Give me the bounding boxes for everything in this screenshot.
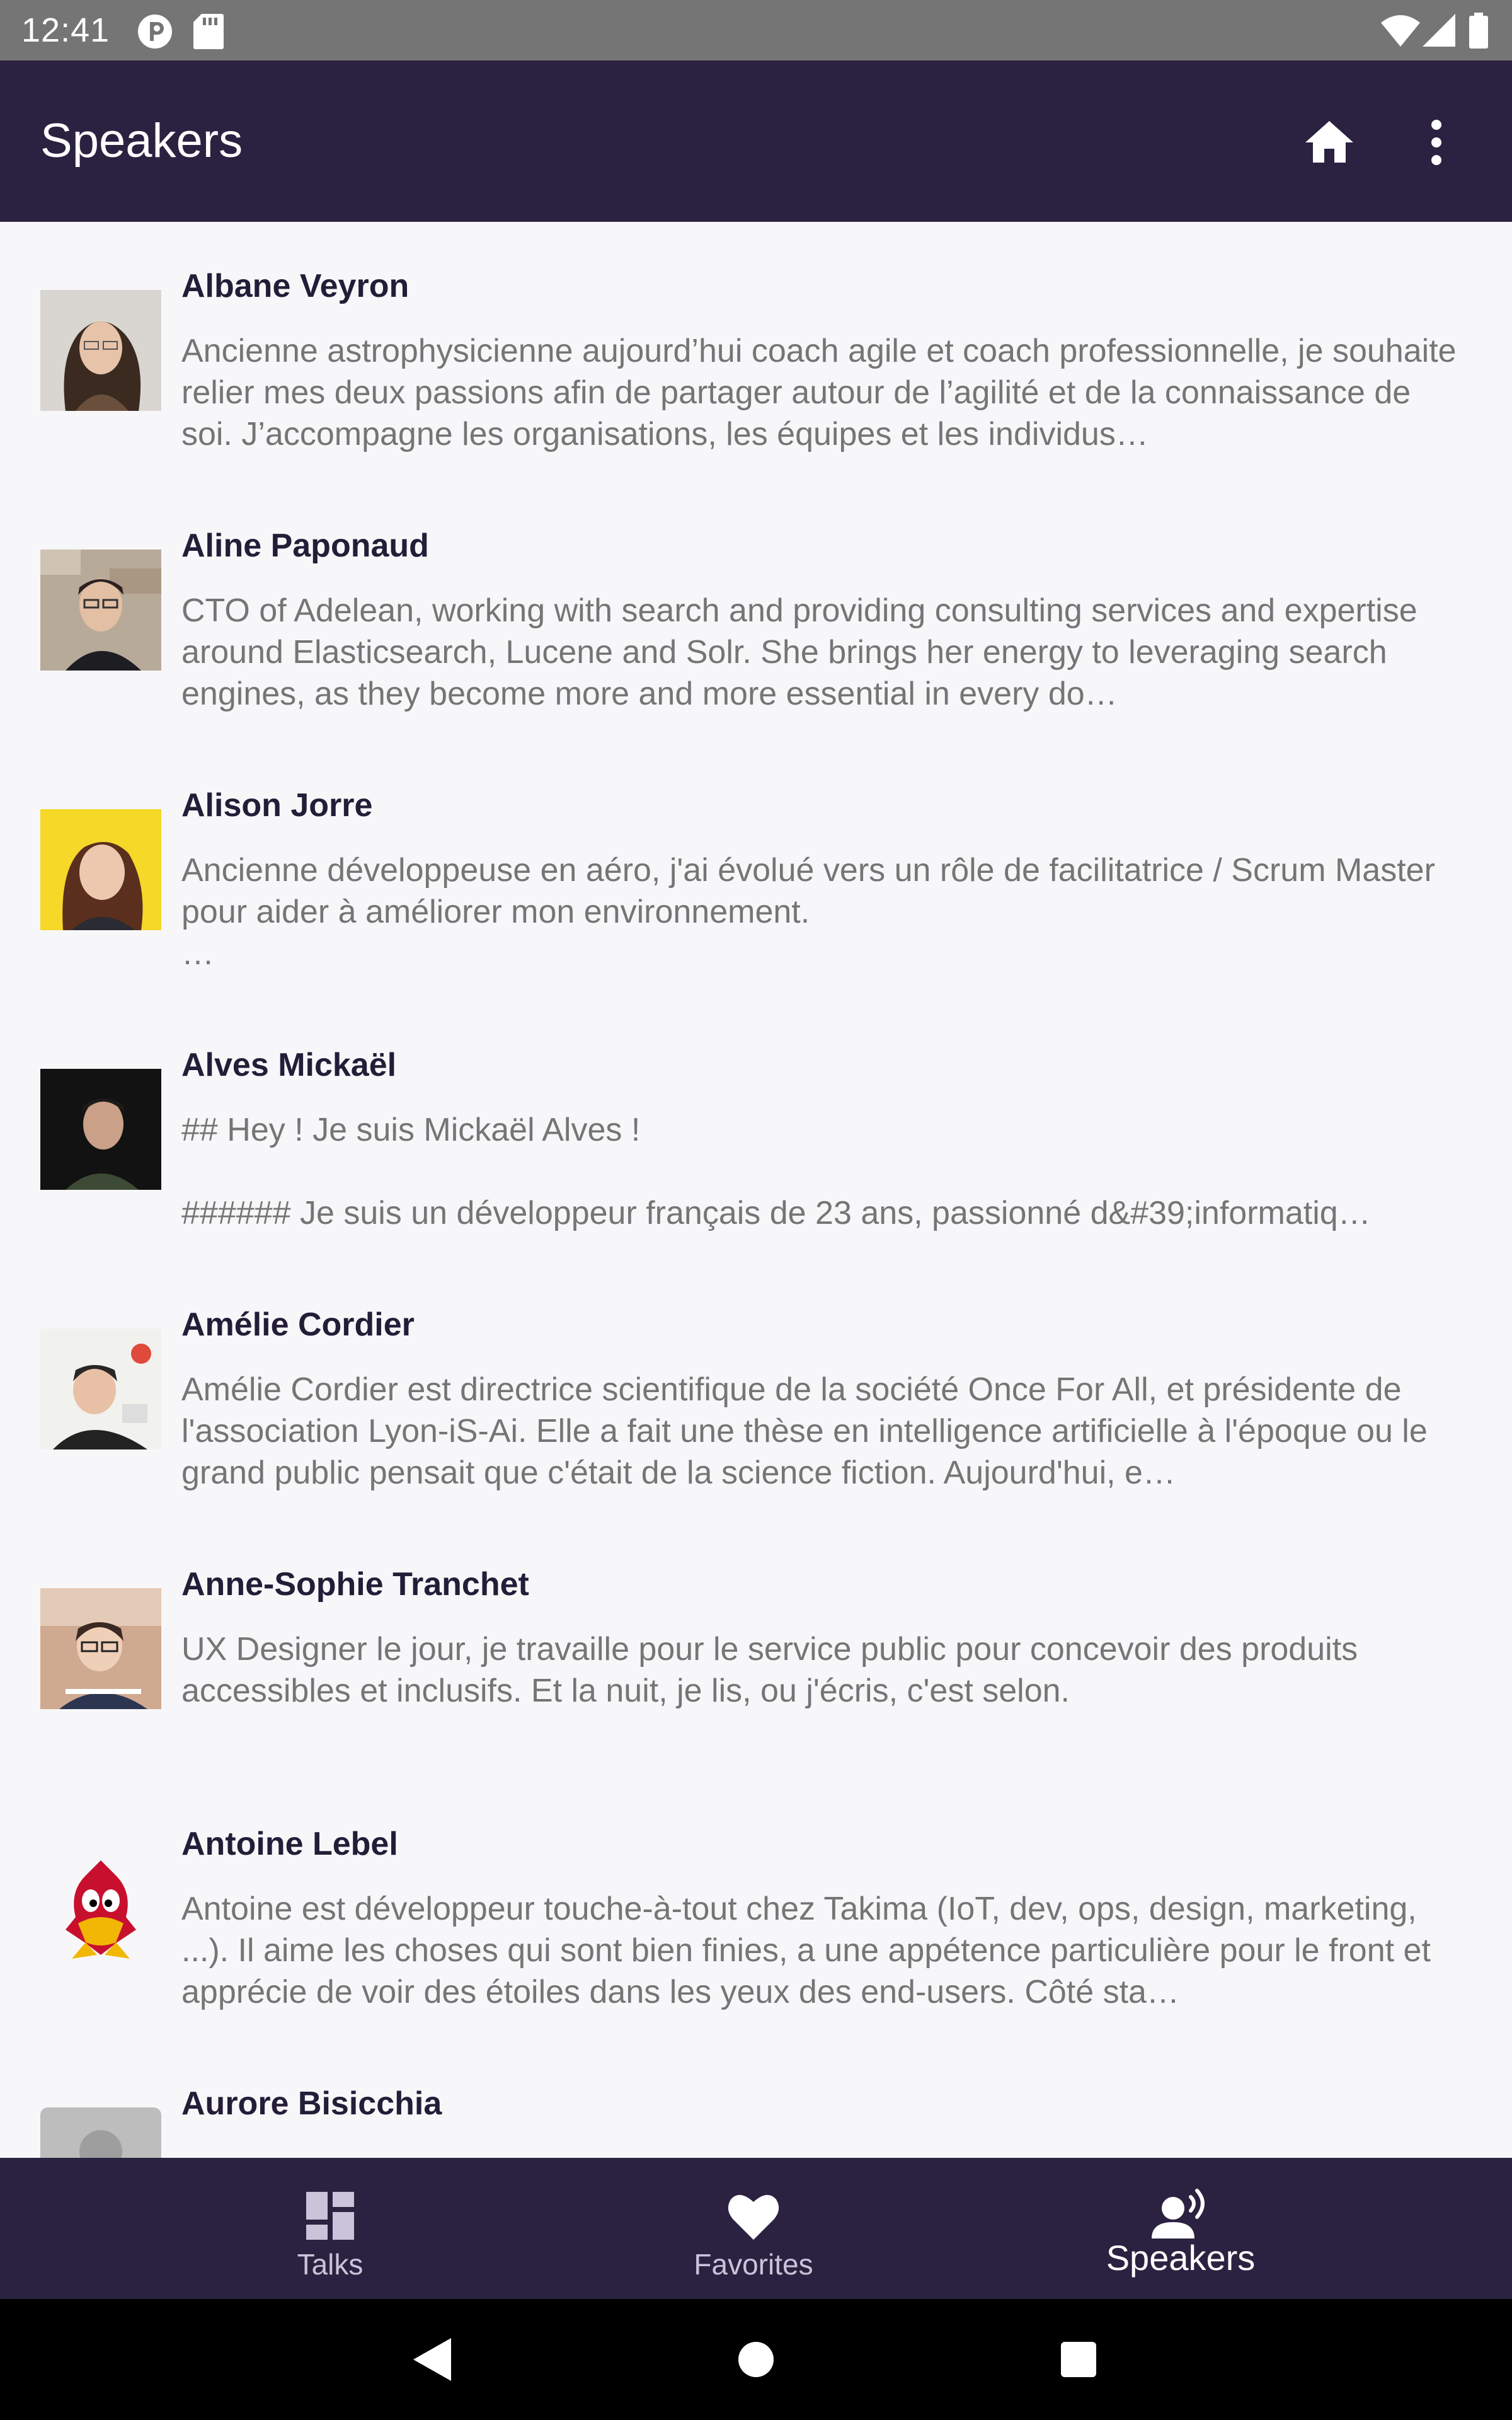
speaker-item[interactable]: Aline Paponaud CTO of Adelean, working w… [0, 481, 1512, 741]
speaker-name: Antoine Lebel [181, 1826, 398, 1862]
speaker-list[interactable]: Albane Veyron Ancienne astrophysicienne … [0, 222, 1512, 2158]
speaker-item[interactable]: Antoine Lebel Antoine est développeur to… [0, 1780, 1512, 2039]
nav-speakers[interactable]: Speakers [929, 2158, 1433, 2299]
back-icon [413, 2338, 451, 2381]
speaker-name: Aline Paponaud [181, 527, 429, 564]
speaker-bio: Ancienne développeuse en aéro, j'ai évol… [181, 852, 1435, 972]
heart-icon [728, 2194, 779, 2240]
speaker-avatar [40, 1588, 161, 1709]
speaker-bio: Ancienne astrophysicienne aujourd’hui co… [181, 333, 1457, 452]
speaker-name: Alves Mickaël [181, 1047, 397, 1083]
status-time: 12:41 [21, 11, 110, 49]
speaker-bio: Amélie Cordier est directrice scientifiq… [181, 1371, 1428, 1491]
speaker-name: Amélie Cordier [181, 1306, 415, 1343]
circle-home-icon [738, 2342, 774, 2377]
speaker-item[interactable]: Alves Mickaël ## Hey ! Je suis Mickaël A… [0, 1001, 1512, 1260]
overflow-menu-button[interactable] [1406, 112, 1467, 173]
status-bar: 12:41 [0, 0, 1512, 60]
wifi-icon [1380, 13, 1421, 51]
more-vert-icon [1431, 120, 1441, 165]
speaker-name: Anne-Sophie Tranchet [181, 1566, 529, 1603]
bottom-navigation: Talks Favorites Speakers [0, 2158, 1512, 2299]
speaker-item[interactable]: Alison Jorre Ancienne développeuse en aé… [0, 741, 1512, 1001]
sync-icon [136, 13, 174, 54]
nav-speakers-label: Speakers [1106, 2238, 1256, 2278]
signal-icon [1421, 13, 1457, 51]
home-icon [1305, 121, 1353, 163]
recents-button[interactable] [1048, 2329, 1109, 2390]
speaker-item[interactable]: Amélie Cordier Amélie Cordier est direct… [0, 1260, 1512, 1520]
speaker-avatar [40, 1328, 161, 1449]
speaker-avatar [40, 290, 161, 411]
speaker-bio: CTO of Adelean, working with search and … [181, 592, 1418, 712]
speaker-bio: Antoine est développeur touche-à-tout ch… [181, 1891, 1431, 2010]
system-navigation-bar [0, 2299, 1512, 2420]
page-title: Speakers [40, 114, 243, 168]
sd-card-icon [193, 13, 224, 52]
speaker-name: Aurore Bisicchia [181, 2085, 442, 2122]
app-bar: Speakers [0, 60, 1512, 222]
speaker-avatar [40, 2107, 161, 2158]
battery-icon [1468, 13, 1489, 52]
speaker-avatar [40, 550, 161, 671]
home-system-button[interactable] [726, 2329, 786, 2390]
home-button[interactable] [1299, 112, 1360, 173]
speaker-item[interactable]: Aurore Bisicchia [0, 2039, 1512, 2158]
speaker-item[interactable]: Albane Veyron Ancienne astrophysicienne … [0, 222, 1512, 481]
speaker-bio: UX Designer le jour, je travaille pour l… [181, 1631, 1358, 1709]
back-button[interactable] [402, 2329, 462, 2390]
square-recents-icon [1061, 2342, 1096, 2377]
person-placeholder-icon [40, 2107, 161, 2158]
speaker-avatar [40, 1848, 161, 1969]
speaker-avatar [40, 1069, 161, 1190]
dashboard-icon [306, 2192, 354, 2240]
speaker-name: Albane Veyron [181, 268, 410, 304]
speaker-bio: ## Hey ! Je suis Mickaël Alves ! ###### … [181, 1112, 1371, 1231]
speaker-avatar [40, 809, 161, 930]
speaker-item[interactable]: Anne-Sophie Tranchet UX Designer le jour… [0, 1520, 1512, 1780]
speaker-name: Alison Jorre [181, 787, 373, 824]
